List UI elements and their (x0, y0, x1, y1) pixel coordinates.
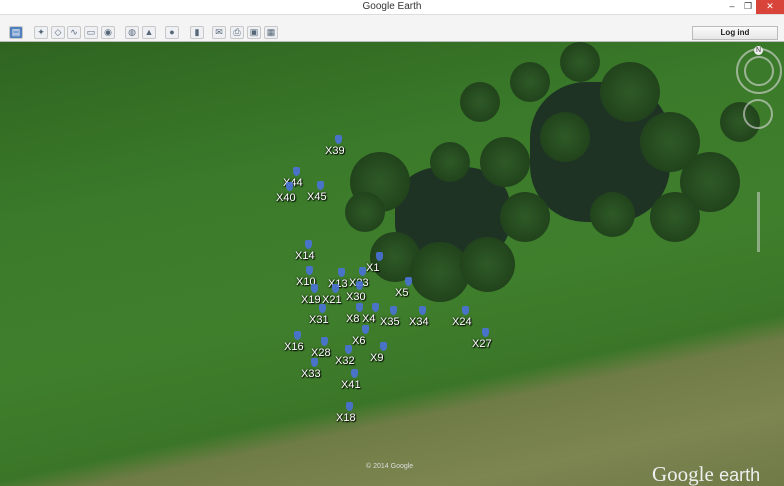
placemark-label[interactable]: X30 (346, 291, 366, 303)
placemark-pin-icon[interactable] (294, 331, 301, 340)
polygon-icon[interactable]: ◇ (51, 26, 65, 39)
placemark-pin-icon[interactable] (319, 304, 326, 313)
tree-cluster (345, 192, 385, 232)
window-title: Google Earth (0, 0, 784, 14)
earth-icon[interactable]: ◍ (125, 26, 139, 39)
placemark-label[interactable]: X35 (380, 316, 400, 328)
tree-cluster (650, 192, 700, 242)
tree-cluster (600, 62, 660, 122)
overlay-icon[interactable]: ▭ (84, 26, 98, 39)
planet-icon[interactable]: ● (165, 26, 179, 39)
ruler-icon[interactable]: ▮ (190, 26, 204, 39)
tree-cluster (460, 237, 515, 292)
close-button[interactable]: ✕ (756, 0, 784, 14)
restore-button[interactable]: ❐ (740, 0, 756, 14)
placemark-pin-icon[interactable] (286, 182, 293, 191)
placemark-pin-icon[interactable] (306, 266, 313, 275)
placemark-pin-icon[interactable] (362, 325, 369, 334)
placemark-pin-icon[interactable] (390, 306, 397, 315)
placemark-label[interactable]: X33 (301, 368, 321, 380)
placemark-label[interactable]: X19 (301, 294, 321, 306)
placemark-pin-icon[interactable] (356, 281, 363, 290)
placemark-pin-icon[interactable] (351, 369, 358, 378)
placemark-label[interactable]: X14 (295, 250, 315, 262)
tree-cluster (500, 192, 550, 242)
minimize-button[interactable]: – (724, 0, 740, 14)
tour-icon[interactable]: ◉ (101, 26, 115, 39)
tree-cluster (540, 112, 590, 162)
print-icon[interactable]: ⎙ (230, 26, 244, 39)
placemark-pin-icon[interactable] (335, 135, 342, 144)
tree-cluster (510, 62, 550, 102)
placemark-pin-icon[interactable] (380, 342, 387, 351)
save-image-icon[interactable]: ▣ (247, 26, 261, 39)
copyright: © 2014 Google (366, 463, 414, 470)
tree-cluster (460, 82, 500, 122)
placemark-label[interactable]: X5 (395, 287, 408, 299)
sun-icon[interactable]: ▲ (142, 26, 156, 39)
zoom-slider[interactable] (757, 192, 760, 252)
path-icon[interactable]: ∿ (67, 26, 81, 39)
window-controls: – ❐ ✕ (724, 0, 784, 14)
look-joystick[interactable] (744, 56, 774, 86)
placemark-pin-icon[interactable] (419, 306, 426, 315)
placemark-pin-icon[interactable] (338, 268, 345, 277)
email-icon[interactable]: ✉ (212, 26, 226, 39)
placemark-pin-icon[interactable] (317, 181, 324, 190)
placemark-pin-icon[interactable] (311, 284, 318, 293)
placemark-label[interactable]: X40 (276, 192, 296, 204)
placemark-pin-icon[interactable] (462, 306, 469, 315)
google-earth-logo: Google earth (652, 462, 761, 486)
placemark-label[interactable]: X39 (325, 145, 345, 157)
placemark-label[interactable]: X8 (346, 313, 359, 325)
placemark-label[interactable]: X1 (366, 262, 379, 274)
placemark-label[interactable]: X24 (452, 316, 472, 328)
placemark-label[interactable]: X32 (335, 355, 355, 367)
placemark-label[interactable]: X41 (341, 379, 361, 391)
map-view[interactable]: X39X44X40X45X14X1X10X13X23X5X19X21X30X31… (0, 42, 784, 486)
placemark-label[interactable]: X34 (409, 316, 429, 328)
sidebar-icon[interactable]: ▤ (9, 26, 23, 39)
placemark-label[interactable]: X18 (336, 412, 356, 424)
placemark-pin-icon[interactable] (332, 284, 339, 293)
placemark-pin-icon[interactable] (376, 252, 383, 261)
placemark-pin-icon[interactable] (311, 358, 318, 367)
move-joystick[interactable] (743, 99, 773, 129)
maps-icon[interactable]: ▦ (264, 26, 278, 39)
placemark-pin-icon[interactable] (321, 337, 328, 346)
placemark-pin-icon[interactable] (346, 402, 353, 411)
placemark-pin-icon[interactable] (359, 267, 366, 276)
placemark-pin-icon[interactable] (293, 167, 300, 176)
placemark-label[interactable]: X45 (307, 191, 327, 203)
placemark-label[interactable]: X6 (352, 335, 365, 347)
placemark-label[interactable]: X31 (309, 314, 329, 326)
tree-cluster (590, 192, 635, 237)
north-indicator[interactable]: N (754, 46, 763, 55)
toolbar: ▤ ✦ ◇ ∿ ▭ ◉ ◍ ▲ ● ▮ ✉ ⎙ ▣ ▦ Log ind (0, 14, 784, 42)
placemark-pin-icon[interactable] (345, 345, 352, 354)
placemark-icon[interactable]: ✦ (34, 26, 48, 39)
placemark-label[interactable]: X16 (284, 341, 304, 353)
tree-cluster (480, 137, 530, 187)
placemark-pin-icon[interactable] (372, 303, 379, 312)
placemark-pin-icon[interactable] (405, 277, 412, 286)
login-button[interactable]: Log ind (692, 26, 778, 40)
placemark-pin-icon[interactable] (356, 303, 363, 312)
placemark-label[interactable]: X9 (370, 352, 383, 364)
placemark-label[interactable]: X4 (362, 313, 375, 325)
placemark-label[interactable]: X27 (472, 338, 492, 350)
tree-cluster (560, 42, 600, 82)
placemark-pin-icon[interactable] (482, 328, 489, 337)
placemark-pin-icon[interactable] (305, 240, 312, 249)
tree-cluster (430, 142, 470, 182)
